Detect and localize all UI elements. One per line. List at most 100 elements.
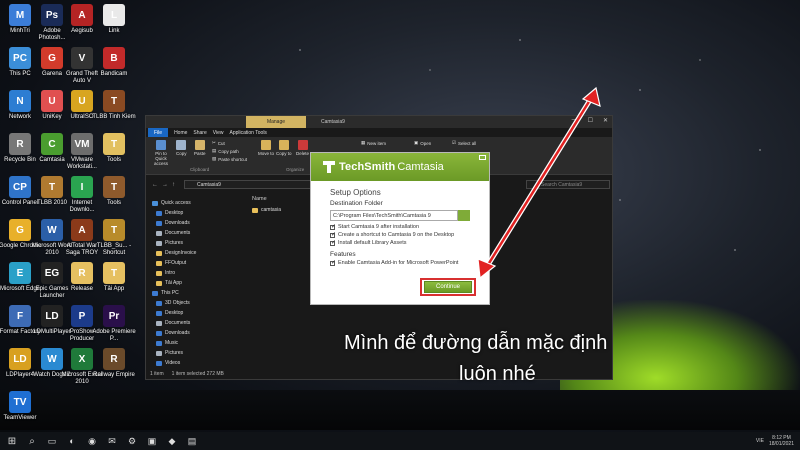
paste-button[interactable]: Paste xyxy=(194,140,206,156)
taskbar-app-2[interactable]: ◐ xyxy=(64,433,80,449)
desktop-icon[interactable]: T Tải App xyxy=(94,262,134,293)
close-button[interactable]: ✕ xyxy=(603,117,608,124)
nav-item[interactable]: Music xyxy=(156,340,178,346)
desktop-icon[interactable]: B Bandicam xyxy=(94,47,134,78)
nav-item[interactable]: This PC xyxy=(152,290,179,296)
taskbar-app-7[interactable]: ◆ xyxy=(164,433,180,449)
paste-shortcut-button[interactable]: ▧ Paste shortcut xyxy=(212,156,247,162)
app-icon: PC xyxy=(9,47,31,69)
delete-button[interactable]: Delete xyxy=(296,140,309,156)
column-name-header[interactable]: Name xyxy=(252,196,267,202)
app-icon: F xyxy=(9,305,31,327)
copy-to-button[interactable]: Copy to xyxy=(276,140,292,156)
desktop-icon[interactable]: L Link xyxy=(94,4,134,35)
clock[interactable]: 8:12 PM 18/01/2021 xyxy=(769,435,794,447)
option-start-after-install[interactable]: Start Camtasia 9 after installation xyxy=(330,223,479,230)
navigation-pane: Quick access Desktop Downloads Documents Pic… xyxy=(146,196,246,366)
app-icon: N xyxy=(9,90,31,112)
maximize-button[interactable]: ☐ xyxy=(588,117,593,124)
window-title: Camtasia9 xyxy=(321,119,345,125)
nav-item[interactable]: Tải App xyxy=(156,280,182,286)
taskbar-app-3[interactable]: ◉ xyxy=(84,433,100,449)
paste-icon xyxy=(194,140,205,150)
explorer-titlebar[interactable]: Manage Camtasia9 — ☐ ✕ xyxy=(146,116,612,128)
group-organize: Organize xyxy=(286,167,305,172)
pin-quick-access-button[interactable]: Pin to Quick access xyxy=(149,140,173,166)
folder-icon xyxy=(156,350,162,356)
option-label: Install default Library Assets xyxy=(338,240,407,246)
caption-line-1: Mình để đường dẫn mặc định xyxy=(344,332,608,354)
search-input[interactable]: Search Camtasia9 xyxy=(526,180,610,189)
nav-item[interactable]: Documents xyxy=(156,230,190,236)
desktop-icon[interactable]: T TLBB_Su... - Shortcut xyxy=(94,219,134,257)
taskbar-app-6[interactable]: ▣ xyxy=(144,433,160,449)
move-to-button[interactable]: Move to xyxy=(258,140,274,156)
nav-item[interactable]: Desktop xyxy=(156,210,183,216)
select-all-button[interactable]: ☑ Select all xyxy=(452,140,476,146)
app-icon: VM xyxy=(71,133,93,155)
app-icon: T xyxy=(41,176,63,198)
option-desktop-shortcut[interactable]: Create a shortcut to Camtasia 9 on the D… xyxy=(330,231,479,238)
app-icon: X xyxy=(71,348,93,370)
delete-label: Delete xyxy=(296,151,310,156)
copy-path-icon: ▤ xyxy=(212,148,217,153)
paste-label: Paste xyxy=(194,151,206,156)
folder-icon xyxy=(156,240,162,246)
start-button[interactable]: ⊞ xyxy=(4,433,20,449)
nav-item[interactable]: Downloads xyxy=(156,330,190,336)
copy-to-icon xyxy=(278,140,289,150)
desktop-icon[interactable]: Pr Adobe Premiere P... xyxy=(92,305,136,343)
desktop-icon[interactable]: T TLBB Tinh Kiem xyxy=(92,90,136,121)
tab-application-tools[interactable]: Application Tools xyxy=(230,130,267,136)
cut-label: Cut xyxy=(217,140,225,146)
nav-arrows[interactable]: ←→↑ xyxy=(152,182,179,188)
cut-button[interactable]: ✂ Cut xyxy=(212,140,225,146)
tab-view[interactable]: View xyxy=(213,130,224,136)
new-item-button[interactable]: ▦ New item xyxy=(361,140,386,146)
nav-item[interactable]: FFOutput xyxy=(156,260,186,266)
copy-path-button[interactable]: ▤ Copy path xyxy=(212,148,239,154)
taskbar-app-1[interactable]: ▭ xyxy=(44,433,60,449)
desktop-icon[interactable]: T Tools xyxy=(94,133,134,164)
nav-item[interactable]: Downloads xyxy=(156,220,190,226)
option-library-assets[interactable]: Install default Library Assets xyxy=(330,239,479,246)
nav-item[interactable]: DesignInvoice xyxy=(156,250,196,256)
desktop-icon[interactable]: R Railway Empire xyxy=(93,348,135,379)
taskbar-app-8[interactable]: ▤ xyxy=(184,433,200,449)
nav-item[interactable]: Intro xyxy=(156,270,175,276)
taskbar-app-5[interactable]: ⚙ xyxy=(124,433,140,449)
nav-item[interactable]: Quick access xyxy=(152,200,191,206)
nav-item[interactable]: 3D Objects xyxy=(156,300,190,306)
language-indicator[interactable]: VIE xyxy=(756,438,764,444)
folder-icon xyxy=(252,207,258,213)
search-icon[interactable]: ⌕ xyxy=(24,433,40,449)
nav-item[interactable]: Pictures xyxy=(156,240,183,246)
nav-item[interactable]: Desktop xyxy=(156,310,183,316)
feature-powerpoint-addin[interactable]: Enable Camtasia Add-in for Microsoft Pow… xyxy=(330,259,479,266)
copy-button[interactable]: Copy xyxy=(176,140,187,156)
nav-item[interactable]: Videos xyxy=(156,360,180,366)
desktop-icon[interactable]: TV TeamViewer xyxy=(0,391,40,422)
copy-path-label: Copy path xyxy=(218,148,239,154)
nav-item[interactable]: Documents xyxy=(156,320,190,326)
checkbox-icon xyxy=(330,259,336,266)
continue-button[interactable]: Continue xyxy=(424,281,472,293)
desktop-icon[interactable]: T Tools xyxy=(94,176,134,207)
app-icon: G xyxy=(9,219,31,241)
file-row[interactable]: camtasia xyxy=(252,207,281,213)
feature-label: Enable Camtasia Add-in for Microsoft Pow… xyxy=(338,260,459,266)
tab-share[interactable]: Share xyxy=(193,130,206,136)
tab-manage[interactable]: Manage xyxy=(246,116,306,128)
tab-home[interactable]: Home xyxy=(174,130,187,136)
app-icon: T xyxy=(103,90,125,112)
folder-icon xyxy=(156,230,162,236)
destination-path-field[interactable]: C:\Program Files\TechSmith\Camtasia 9 xyxy=(330,210,458,221)
nav-item[interactable]: Pictures xyxy=(156,350,183,356)
taskbar-app-4[interactable]: ✉ xyxy=(104,433,120,449)
open-button[interactable]: ▣ Open xyxy=(414,140,431,146)
dialog-minimize-button[interactable] xyxy=(479,155,486,160)
folder-icon xyxy=(156,270,162,276)
minimize-button[interactable]: — xyxy=(572,117,578,124)
browse-button[interactable] xyxy=(458,210,470,221)
tab-file[interactable]: File xyxy=(148,128,169,137)
